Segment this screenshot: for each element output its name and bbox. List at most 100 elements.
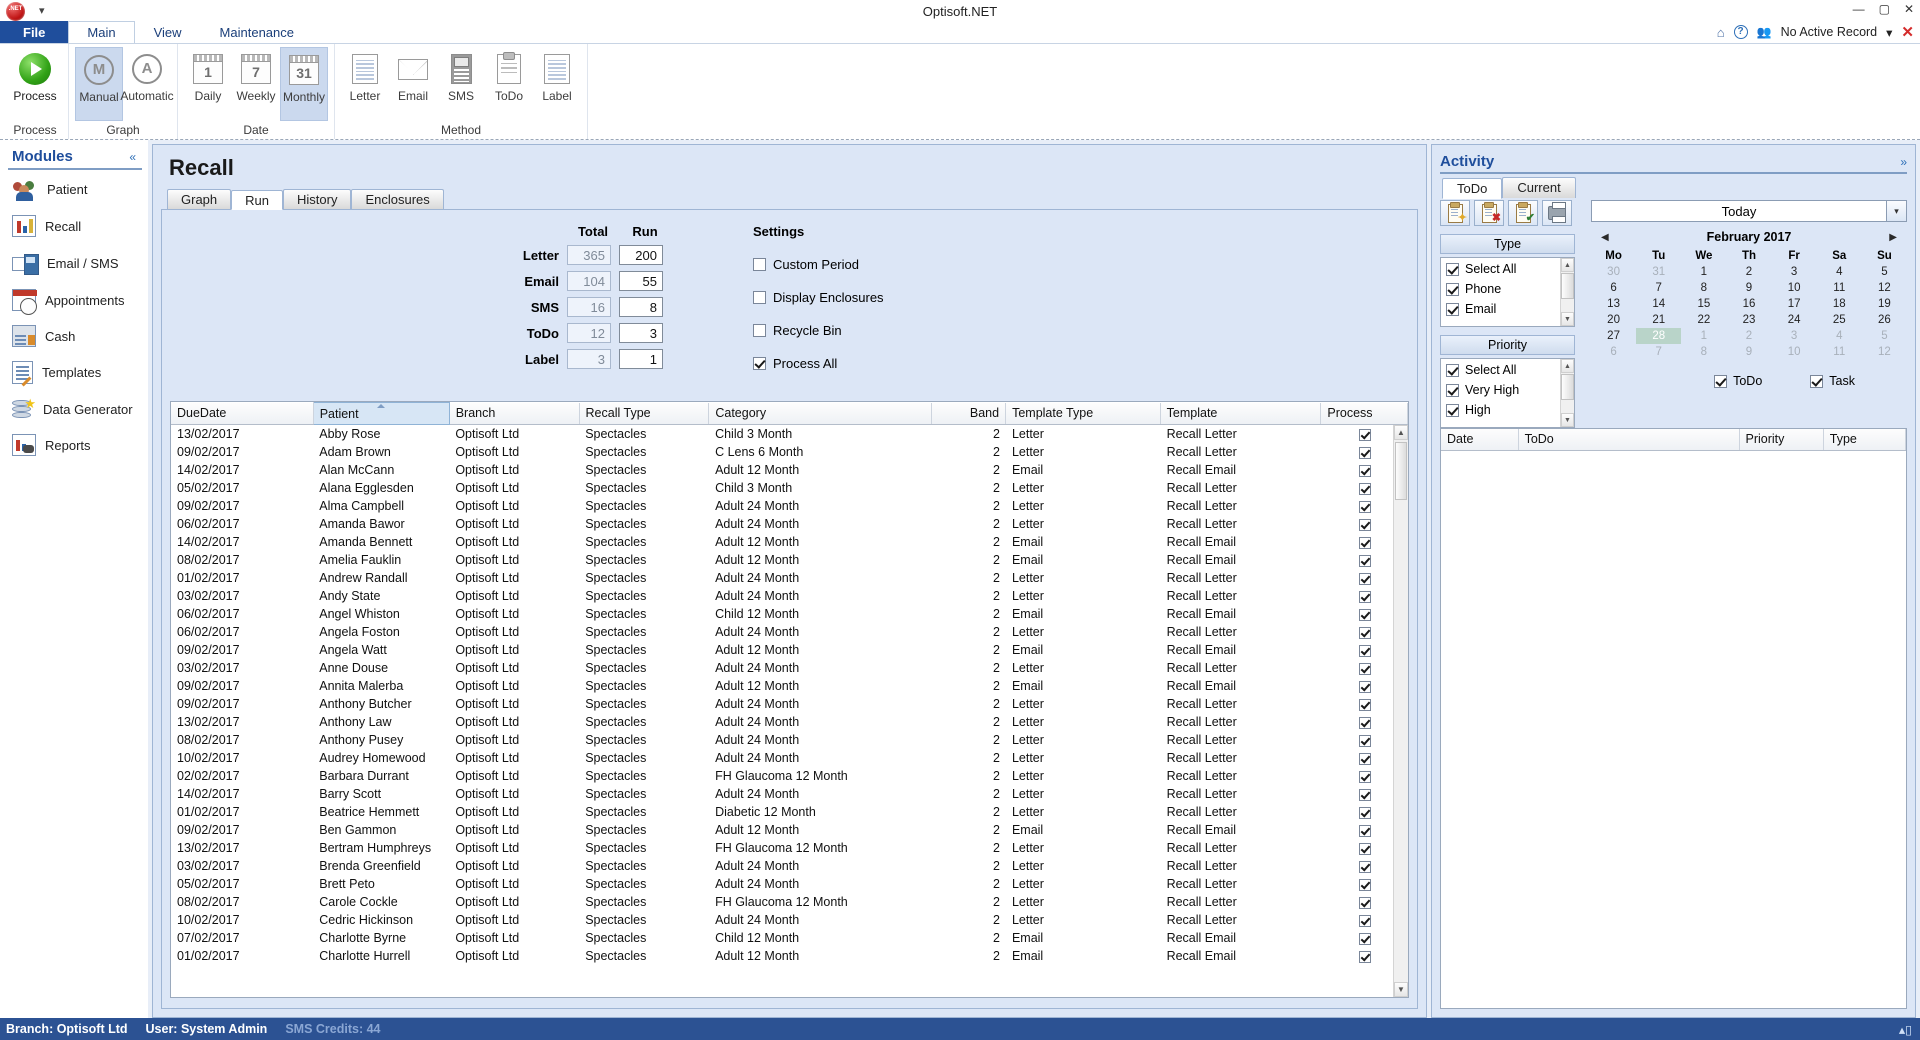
scroll-down-icon[interactable]: ▼ [1394,982,1408,997]
sidebar-item-patient[interactable]: Patient [8,170,148,208]
table-row[interactable]: 03/02/2017 Andy State Optisoft Ltd Spectacl… [171,587,1408,605]
calendar-day[interactable]: 20 [1591,312,1636,328]
row-process-checkbox[interactable] [1358,536,1371,549]
priority-very-high-checkbox[interactable] [1446,383,1459,397]
sidebar-item-appointments[interactable]: Appointments [8,282,148,318]
tab-maintenance[interactable]: Maintenance [201,21,313,43]
row-process-checkbox[interactable] [1358,824,1371,837]
home-icon[interactable]: ⌂ [1717,25,1725,40]
sidebar-item-data-generator[interactable]: Data Generator [8,391,148,427]
calendar-day[interactable]: 31 [1636,264,1681,280]
calendar-day[interactable]: 18 [1817,296,1862,312]
column-header-process[interactable]: Process [1320,402,1408,425]
priority-filter-high[interactable]: High [1446,403,1560,417]
calendar-day[interactable]: 7 [1636,280,1681,296]
custom-period-checkbox[interactable] [753,258,766,271]
calendar-day[interactable]: 17 [1772,296,1817,312]
table-row[interactable]: 05/02/2017 Brett Peto Optisoft Ltd Spectacl… [171,875,1408,893]
row-process-checkbox[interactable] [1358,464,1371,477]
row-process-checkbox[interactable] [1358,554,1371,567]
table-row[interactable]: 09/02/2017 Angela Watt Optisoft Ltd Spectac… [171,641,1408,659]
table-row[interactable]: 09/02/2017 Anthony Butcher Optisoft Ltd Spe… [171,695,1408,713]
priority-filter-listbox[interactable]: Select All Very High High ▲ ▼ [1440,358,1575,428]
calendar-day[interactable]: 26 [1862,312,1907,328]
type-filter-scrollbar[interactable]: ▲ ▼ [1560,258,1574,326]
tab-run[interactable]: Run [231,190,283,210]
calendar-day[interactable]: 19 [1862,296,1907,312]
table-row[interactable]: 03/02/2017 Brenda Greenfield Optisoft Ltd S… [171,857,1408,875]
minimize-button[interactable]: — [1853,2,1865,16]
calendar-next-icon[interactable]: ▶ [1889,232,1897,243]
column-header-type[interactable]: Type [1823,429,1907,451]
monthly-button[interactable]: 31 Monthly [280,46,328,121]
calendar-day[interactable]: 8 [1681,344,1726,360]
sms-run-input[interactable]: 8 [619,297,663,317]
calendar-day[interactable]: 16 [1726,296,1771,312]
table-row[interactable]: 08/02/2017 Amelia Fauklin Optisoft Ltd Spec… [171,551,1408,569]
tab-file[interactable]: File [0,21,69,43]
type-filter-phone[interactable]: Phone [1446,282,1560,296]
row-process-checkbox[interactable] [1358,662,1371,675]
type-filter-email[interactable]: Email [1446,302,1560,316]
table-row[interactable]: 14/02/2017 Alan McCann Optisoft Ltd Spectac… [171,461,1408,479]
tab-graph[interactable]: Graph [167,189,232,209]
row-process-checkbox[interactable] [1358,752,1371,765]
sidebar-item-recall[interactable]: Recall [8,208,148,244]
scroll-down-icon[interactable]: ▼ [1561,312,1574,326]
row-process-checkbox[interactable] [1358,500,1371,513]
task-toggle-checkbox[interactable] [1810,374,1824,388]
active-record-caret-icon[interactable]: ▾ [1886,25,1892,40]
row-process-checkbox[interactable] [1358,932,1371,945]
row-process-checkbox[interactable] [1358,608,1371,621]
type-filter-listbox[interactable]: Select All Phone Email ▲ ▼ [1440,257,1575,327]
calendar-day[interactable]: 4 [1817,264,1862,280]
toggle-todo[interactable]: ToDo [1714,374,1762,388]
calendar-day[interactable]: 25 [1817,312,1862,328]
column-header-todo[interactable]: ToDo [1518,429,1740,451]
calendar-day[interactable]: 15 [1681,296,1726,312]
scrollbar-thumb[interactable] [1561,374,1574,400]
calendar-day[interactable]: 11 [1817,280,1862,296]
row-process-checkbox[interactable] [1358,878,1371,891]
toggle-task[interactable]: Task [1810,374,1855,388]
active-record-label[interactable]: No Active Record [1781,25,1878,39]
table-row[interactable]: 06/02/2017 Angel Whiston Optisoft Ltd Spect… [171,605,1408,623]
table-row[interactable]: 06/02/2017 Amanda Bawor Optisoft Ltd Specta… [171,515,1408,533]
date-selector[interactable]: Today ▾ [1591,200,1907,222]
sidebar-item-cash[interactable]: Cash [8,318,148,354]
row-process-checkbox[interactable] [1358,716,1371,729]
table-row[interactable]: 01/02/2017 Andrew Randall Optisoft Ltd Spec… [171,569,1408,587]
table-row[interactable]: 09/02/2017 Adam Brown Optisoft Ltd Spectacl… [171,443,1408,461]
scroll-up-icon[interactable]: ▲ [1561,359,1574,373]
type-phone-checkbox[interactable] [1446,282,1459,296]
manual-button[interactable]: M Manual [75,46,123,121]
table-row[interactable]: 08/02/2017 Anthony Pusey Optisoft Ltd Spect… [171,731,1408,749]
table-row[interactable]: 13/02/2017 Abby Rose Optisoft Ltd Spectacle… [171,425,1408,443]
scroll-down-icon[interactable]: ▼ [1561,413,1574,427]
calendar-day[interactable]: 2 [1726,328,1771,344]
row-process-checkbox[interactable] [1358,572,1371,585]
today-button[interactable]: Today [1591,200,1887,222]
scrollbar-thumb[interactable] [1395,442,1407,500]
calendar-day[interactable]: 14 [1636,296,1681,312]
label-run-input[interactable]: 1 [619,349,663,369]
weekly-button[interactable]: 7 Weekly [232,47,280,121]
tab-current[interactable]: Current [1502,177,1576,198]
row-process-checkbox[interactable] [1358,626,1371,639]
tab-history[interactable]: History [283,189,352,209]
row-process-checkbox[interactable] [1358,698,1371,711]
setting-display-enclosures[interactable]: Display Enclosures [753,290,884,305]
column-header-priority[interactable]: Priority [1739,429,1824,451]
setting-process-all[interactable]: Process All [753,356,884,371]
setting-recycle-bin[interactable]: Recycle Bin [753,323,884,338]
calendar-day[interactable]: 23 [1726,312,1771,328]
row-process-checkbox[interactable] [1358,680,1371,693]
delete-todo-button[interactable]: ✖ [1474,200,1504,226]
row-process-checkbox[interactable] [1358,896,1371,909]
close-button[interactable]: ✕ [1904,2,1914,16]
calendar-day[interactable]: 8 [1681,280,1726,296]
tab-todo[interactable]: ToDo [1442,178,1503,199]
calendar-day[interactable]: 6 [1591,280,1636,296]
table-row[interactable]: 10/02/2017 Cedric Hickinson Optisoft Ltd Sp… [171,911,1408,929]
process-button[interactable]: Process [8,47,62,121]
